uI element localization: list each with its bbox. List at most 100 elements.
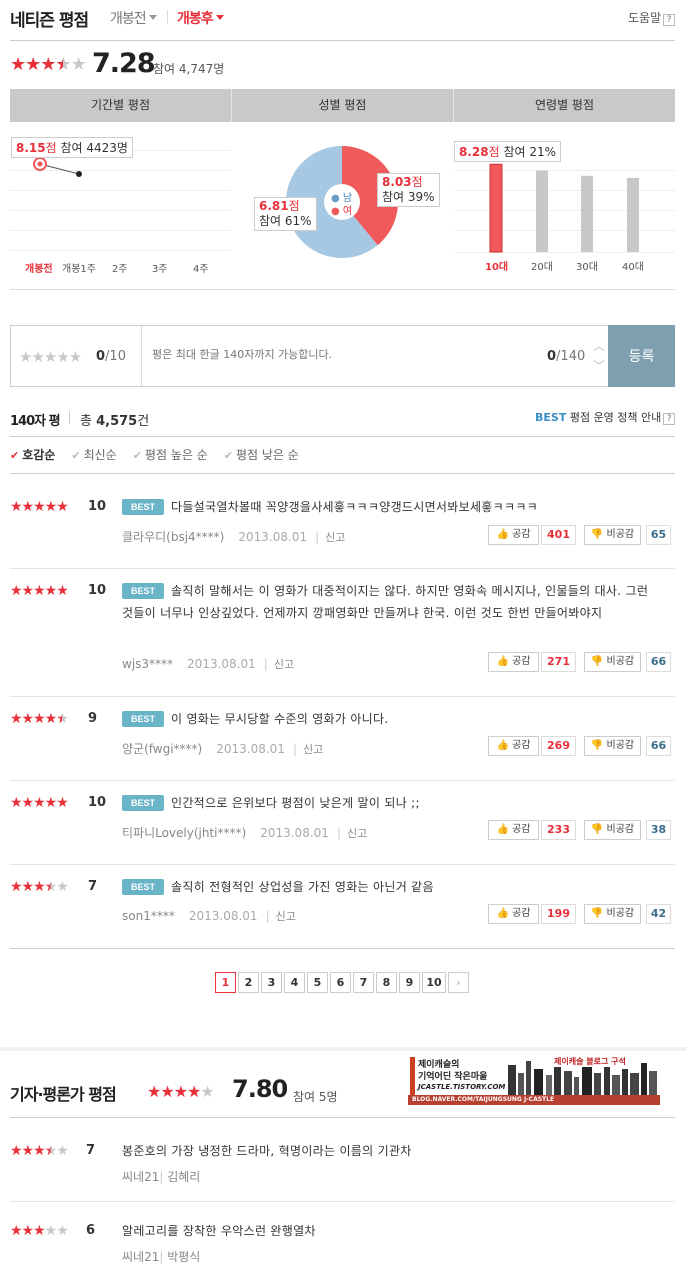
report-link[interactable]: 신고 — [274, 658, 294, 671]
legend-male-label: 남 — [342, 193, 353, 204]
review-text-input[interactable] — [152, 348, 512, 361]
review-text: 다들설국열차볼때 꼭양갱을사세흫ㅋㅋㅋ양갱드시면서봐보세흫ㅋㅋㅋㅋ — [171, 500, 538, 514]
overall-count: 참여 4,747명 — [153, 62, 225, 76]
like-button[interactable]: 👍 공감 — [488, 525, 539, 545]
like-button[interactable]: 👍 공감 — [488, 820, 539, 840]
thumbs-down-icon: 👎 — [590, 824, 604, 835]
divider — [10, 40, 675, 41]
period-xlabel: 개봉전 — [25, 264, 53, 275]
review-author[interactable]: 티파니Lovely(jhti****) — [122, 826, 246, 840]
review-author[interactable]: 클라우디(bsj4****) — [122, 530, 224, 544]
legend-female-label: 여 — [342, 206, 353, 217]
divider — [10, 948, 675, 949]
chevron-down-icon — [148, 15, 157, 20]
sort-high-score[interactable]: ✔ 평점 높은 순 — [133, 446, 208, 463]
tab-before-release[interactable]: 개봉전 — [110, 8, 157, 28]
review-date: 2013.08.01 — [216, 742, 285, 756]
critic-review-text: 봉준호의 가장 냉정한 드라마, 혁명이라는 이름의 기관차 — [122, 1144, 412, 1158]
help-icon: ? — [663, 413, 676, 425]
report-link[interactable]: 신고 — [276, 910, 296, 923]
best-policy-link[interactable]: BEST 평점 운영 정책 안내? — [535, 409, 676, 425]
review-author[interactable]: wjs3**** — [122, 657, 173, 671]
rating-stars-input[interactable]: ★★★★★ — [19, 348, 82, 366]
thumbs-up-icon: 👍 — [496, 529, 509, 540]
female-unit: 점 — [411, 175, 423, 189]
age-callout: 8.28점 참여 21% — [454, 141, 562, 162]
dislike-button[interactable]: 👎 비공감 — [584, 820, 641, 840]
dislike-button[interactable]: 👎 비공감 — [584, 525, 641, 545]
page-title: 네티즌 평점 — [10, 11, 89, 31]
male-callout: 6.81점 참여 61% — [254, 197, 317, 231]
review-date: 2013.08.01 — [188, 909, 258, 923]
like-button[interactable]: 👍 공감 — [488, 904, 539, 924]
scroll-arrows[interactable]: ︿ ﹀ — [590, 336, 608, 376]
page-link[interactable]: 9 — [399, 972, 420, 993]
review-score: 10 — [88, 583, 107, 598]
divider — [10, 1201, 675, 1202]
like-label: 공감 — [512, 824, 531, 835]
divider — [167, 10, 168, 24]
critic-review-stars: ★★★★★ — [10, 1143, 69, 1159]
page-link[interactable]: 8 — [376, 972, 397, 993]
age-xlabel: 10대 — [485, 262, 509, 273]
dislike-button[interactable]: 👎 비공감 — [584, 652, 641, 672]
page-link[interactable]: 7 — [353, 972, 374, 993]
like-count: 271 — [541, 652, 576, 672]
dislike-button[interactable]: 👎 비공감 — [584, 736, 641, 756]
divider — [10, 568, 675, 569]
critics-stars: ★★★★★ — [147, 1082, 215, 1101]
review-stars: ★★★★★ — [10, 499, 69, 515]
dislike-label: 비공감 — [606, 656, 635, 667]
review-author[interactable]: son1**** — [122, 909, 175, 923]
next-page-button[interactable]: › — [448, 972, 469, 993]
best-badge: BEST — [122, 879, 164, 895]
thumbs-down-icon: 👎 — [590, 740, 604, 751]
page-link[interactable]: 5 — [307, 972, 328, 993]
report-link[interactable]: 신고 — [325, 531, 345, 544]
page-link[interactable]: 4 — [284, 972, 305, 993]
report-link[interactable]: 신고 — [303, 743, 323, 756]
divider — [10, 436, 675, 437]
male-unit: 점 — [288, 199, 300, 213]
critic-outlet: 씨네21 — [122, 1170, 160, 1184]
like-count: 269 — [541, 736, 576, 756]
sort-latest[interactable]: ✔ 최신순 — [71, 446, 116, 463]
review-author[interactable]: 양군(fwgi****) — [122, 742, 202, 756]
submit-button[interactable]: 등록 — [608, 325, 675, 387]
rating-value: 0/10 — [96, 349, 126, 364]
period-xlabel: 2주 — [112, 264, 128, 275]
chart-header: 기간별 평점 성별 평점 연령별 평점 — [10, 89, 675, 122]
page-link[interactable]: 10 — [422, 972, 446, 993]
like-button[interactable]: 👍 공감 — [488, 652, 539, 672]
divider — [10, 780, 675, 781]
page-link[interactable]: 3 — [261, 972, 282, 993]
like-count: 401 — [541, 525, 576, 545]
critic-review-score: 7 — [86, 1143, 96, 1158]
reviews-title: 140자 평 — [10, 414, 61, 429]
chevron-up-icon[interactable]: ︿ — [590, 336, 608, 356]
help-link[interactable]: 도움말? — [628, 9, 676, 26]
page-link[interactable]: 6 — [330, 972, 351, 993]
critic-name[interactable]: 박평식 — [167, 1250, 200, 1264]
page-link[interactable]: 2 — [238, 972, 259, 993]
dislike-button[interactable]: 👎 비공감 — [584, 904, 641, 924]
page-link[interactable]: 1 — [215, 972, 236, 993]
age-callout-unit: 점 — [488, 145, 500, 159]
chevron-down-icon[interactable]: ﹀ — [590, 356, 608, 376]
sort-low-score[interactable]: ✔ 평점 낮은 순 — [224, 446, 299, 463]
critics-title: 기자·평론가 평점 — [10, 1085, 117, 1104]
dislike-count: 42 — [646, 904, 671, 924]
critic-review-score: 6 — [86, 1223, 96, 1238]
thumbs-up-icon: 👍 — [496, 908, 509, 919]
period-xlabel: 3주 — [152, 264, 168, 275]
sort-label: 최신순 — [83, 448, 117, 462]
pagination: 1 2 3 4 5 6 7 8 9 10 › — [215, 972, 469, 993]
dislike-label: 비공감 — [606, 908, 635, 919]
policy-label: 평점 운영 정책 안내 — [569, 411, 662, 424]
tab-after-release[interactable]: 개봉후 — [177, 8, 224, 28]
like-button[interactable]: 👍 공감 — [488, 736, 539, 756]
banner-side: 제이캐슬 블로그 구석 — [554, 1056, 626, 1067]
report-link[interactable]: 신고 — [347, 827, 367, 840]
sort-likes[interactable]: ✔ 호감순 — [10, 446, 55, 463]
critic-name[interactable]: 김혜리 — [167, 1170, 200, 1184]
